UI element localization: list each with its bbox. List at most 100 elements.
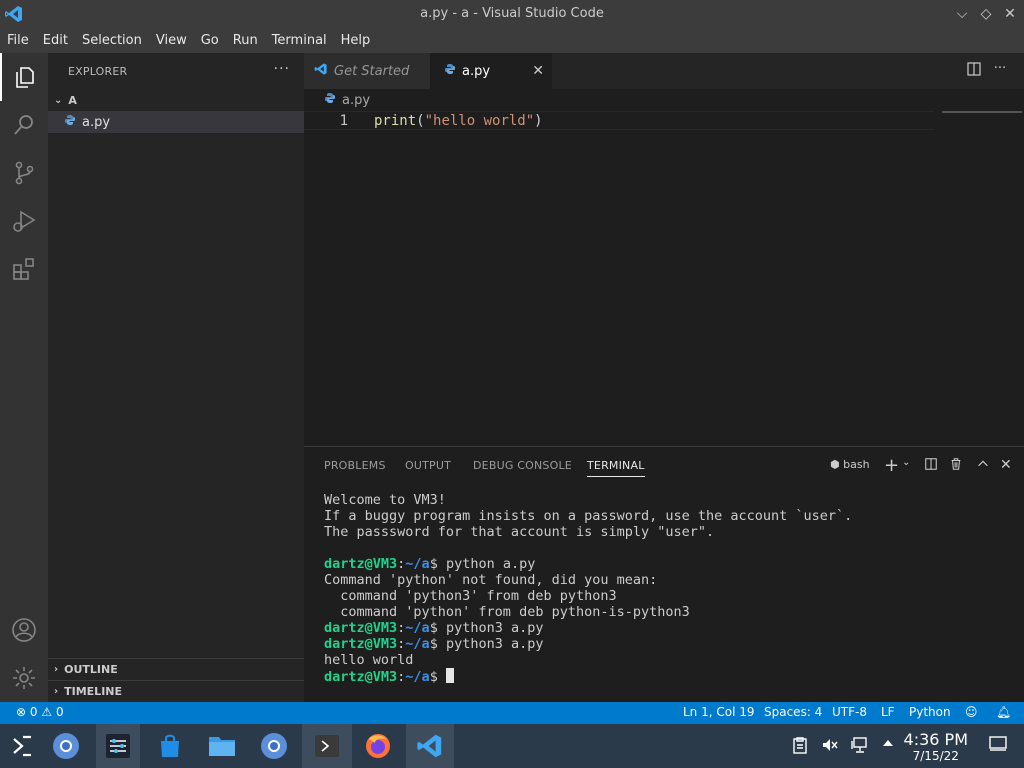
warning-icon: ⚠ — [41, 705, 53, 719]
chevron-down-icon[interactable]: ⌄ — [902, 457, 910, 468]
folder-name: A — [68, 93, 77, 107]
window-title: a.py - a - Visual Studio Code — [420, 6, 604, 21]
explorer-title: EXPLORER — [68, 64, 128, 78]
chromium-icon[interactable] — [44, 724, 88, 768]
account-icon[interactable] — [0, 606, 48, 654]
vscode-app-icon[interactable] — [406, 724, 454, 768]
close-window-icon[interactable]: ✕ — [1000, 4, 1020, 24]
output-line: command 'python' from deb python-is-pyth… — [324, 604, 690, 620]
network-icon[interactable] — [850, 736, 870, 756]
clipboard-icon[interactable] — [790, 736, 810, 756]
file-item-a-py[interactable]: a.py — [48, 111, 304, 133]
notifications-bell-icon[interactable]: 🔔︎ — [996, 705, 1011, 719]
terminal-shell-selector[interactable]: ⬢ bash — [830, 458, 870, 471]
more-actions-icon[interactable]: ··· — [274, 61, 290, 77]
error-icon: ⊗ — [16, 705, 27, 719]
extensions-icon[interactable] — [0, 245, 48, 293]
clock-time: 4:36 PM — [903, 730, 968, 749]
minimize-icon[interactable]: ⌵ — [952, 4, 972, 24]
tab-label: Get Started — [334, 63, 410, 79]
maximize-icon[interactable]: ◇ — [976, 4, 996, 24]
python-file-icon — [324, 92, 336, 108]
split-editor-icon[interactable] — [964, 61, 984, 81]
clock-date: 7/15/22 — [912, 749, 959, 763]
menu-help[interactable]: Help — [334, 29, 378, 53]
activity-bar — [0, 53, 48, 702]
tab-terminal[interactable]: TERMINAL — [587, 459, 645, 477]
output-line: command 'python3' from deb python3 — [324, 588, 617, 604]
new-terminal-icon[interactable]: + — [884, 455, 899, 476]
command: python a.py — [445, 556, 536, 572]
terminal-cursor — [445, 668, 454, 683]
terminal-icon: ⬢ — [830, 458, 840, 471]
store-icon[interactable] — [148, 724, 192, 768]
firefox-icon[interactable] — [356, 724, 400, 768]
prompt-path: ~/a — [405, 556, 430, 572]
settings-app-icon[interactable] — [96, 724, 140, 768]
timeline-section[interactable]: › TIMELINE — [48, 680, 304, 702]
more-actions-icon[interactable]: ··· — [990, 61, 1010, 81]
tab-a-py[interactable]: a.py ✕ — [430, 53, 552, 89]
menu-selection[interactable]: Selection — [75, 29, 149, 53]
close-panel-icon[interactable]: ✕ — [1000, 457, 1012, 473]
folder-row[interactable]: ⌄ A — [48, 89, 304, 111]
clock[interactable]: 4:36 PM 7/15/22 — [904, 730, 968, 763]
maximize-panel-icon[interactable] — [976, 457, 990, 475]
code-editor[interactable]: 1 print("hello world") — [304, 111, 1024, 446]
code-line[interactable]: 1 print("hello world") — [304, 111, 934, 130]
output-line: hello world — [324, 652, 414, 668]
command: python3 a.py — [445, 636, 544, 652]
menu-go[interactable]: Go — [194, 29, 226, 53]
prompt-user: dartz@VM3 — [324, 669, 398, 685]
source-control-icon[interactable] — [0, 149, 48, 197]
show-desktop-icon[interactable] — [988, 736, 1008, 756]
file-manager-icon[interactable] — [200, 724, 244, 768]
cursor-position[interactable]: Ln 1, Col 19 — [683, 705, 755, 719]
menu-edit[interactable]: Edit — [36, 29, 75, 53]
breadcrumb[interactable]: a.py — [304, 89, 1024, 111]
chromium-icon-2[interactable] — [252, 724, 296, 768]
terminal-app-icon[interactable] — [302, 724, 352, 768]
search-icon[interactable] — [0, 101, 48, 149]
split-terminal-icon[interactable] — [924, 457, 938, 475]
python-file-icon — [64, 114, 76, 130]
minimap[interactable] — [942, 111, 1022, 113]
code-text: print("hello world") — [374, 113, 543, 129]
welcome-line: The passsword for that account is simply… — [324, 524, 715, 540]
tab-label: a.py — [462, 63, 491, 79]
feedback-icon[interactable]: ☺ — [965, 705, 978, 719]
menu-file[interactable]: File — [0, 29, 36, 53]
language-mode[interactable]: Python — [909, 705, 951, 719]
explorer-icon[interactable] — [0, 53, 48, 101]
problems-status[interactable]: ⊗ 0 ⚠ 0 — [16, 705, 64, 719]
tab-output[interactable]: OUTPUT — [405, 459, 451, 472]
prompt-user: dartz@VM3 — [324, 636, 398, 652]
chevron-right-icon: › — [54, 664, 59, 675]
volume-muted-icon[interactable] — [820, 736, 840, 756]
menu-run[interactable]: Run — [226, 29, 265, 53]
close-tab-icon[interactable]: ✕ — [532, 63, 544, 79]
app-launcher-icon[interactable] — [0, 724, 44, 768]
tray-expand-icon[interactable] — [878, 736, 898, 756]
menu-view[interactable]: View — [149, 29, 194, 53]
encoding[interactable]: UTF-8 — [832, 705, 867, 719]
prompt-user: dartz@VM3 — [324, 620, 398, 636]
welcome-line: If a buggy program insists on a password… — [324, 508, 853, 524]
chevron-right-icon: › — [54, 686, 59, 697]
outline-section[interactable]: › OUTLINE — [48, 658, 304, 680]
tab-debug-console[interactable]: DEBUG CONSOLE — [473, 459, 572, 472]
tab-problems[interactable]: PROBLEMS — [324, 459, 386, 472]
tab-get-started[interactable]: Get Started — [304, 53, 430, 89]
shell-name: bash — [843, 458, 870, 471]
run-debug-icon[interactable] — [0, 197, 48, 245]
status-bar: ⊗ 0 ⚠ 0 Ln 1, Col 19 Spaces: 4 UTF-8 LF … — [0, 702, 1024, 724]
outline-title: OUTLINE — [64, 663, 118, 676]
token-paren-open: ( — [416, 113, 425, 129]
menu-terminal[interactable]: Terminal — [265, 29, 334, 53]
indentation[interactable]: Spaces: 4 — [764, 705, 822, 719]
end-of-line[interactable]: LF — [881, 705, 895, 719]
token-paren-close: ) — [534, 113, 543, 129]
trash-icon[interactable] — [949, 457, 963, 475]
settings-gear-icon[interactable] — [0, 654, 48, 702]
terminal-output[interactable]: Welcome to VM3! If a buggy program insis… — [324, 492, 852, 685]
